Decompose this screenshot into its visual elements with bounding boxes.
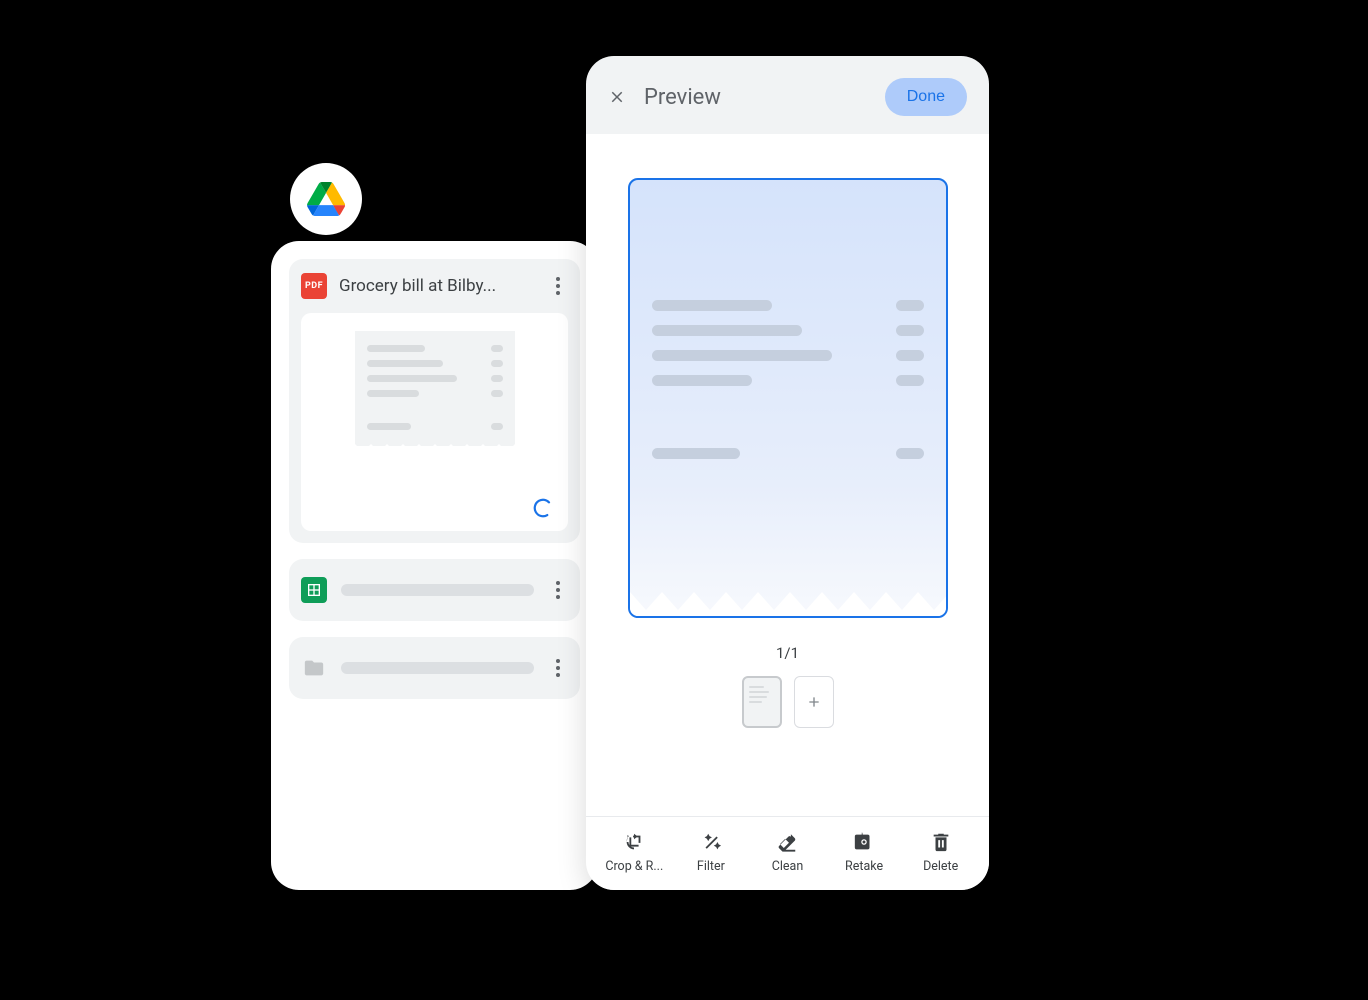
- file-title-placeholder: [341, 584, 534, 596]
- pdf-icon: PDF: [301, 273, 327, 299]
- sheets-icon: [301, 577, 327, 603]
- drive-file-list-card: PDF Grocery bill at Bilby...: [271, 241, 598, 890]
- file-item-pdf[interactable]: PDF Grocery bill at Bilby...: [289, 259, 580, 543]
- google-drive-logo: [290, 163, 362, 235]
- more-options-button[interactable]: [548, 581, 568, 599]
- loading-spinner-icon: [532, 497, 554, 519]
- delete-button[interactable]: Delete: [908, 831, 974, 874]
- file-item-sheets[interactable]: [289, 559, 580, 621]
- eraser-icon: [776, 831, 798, 853]
- page-thumbnail-1[interactable]: [742, 676, 782, 728]
- file-title-placeholder: [341, 662, 534, 674]
- done-button[interactable]: Done: [885, 78, 967, 116]
- preview-title: Preview: [644, 85, 867, 110]
- clean-button[interactable]: Clean: [754, 831, 820, 874]
- crop-rotate-button[interactable]: Crop & R...: [601, 831, 667, 874]
- crop-rotate-icon: [623, 831, 645, 853]
- more-options-button[interactable]: [548, 277, 568, 295]
- scanner-toolbar: Crop & R... Filter Clean Retake Delete: [586, 816, 989, 890]
- add-page-button[interactable]: [794, 676, 834, 728]
- magic-wand-icon: [700, 831, 722, 853]
- more-options-button[interactable]: [548, 659, 568, 677]
- file-preview-thumbnail: [301, 313, 568, 531]
- file-title: Grocery bill at Bilby...: [339, 276, 536, 296]
- trash-icon: [930, 831, 952, 853]
- page-counter: 1/1: [776, 644, 799, 662]
- folder-icon: [301, 655, 327, 681]
- camera-icon: [853, 831, 875, 853]
- filter-button[interactable]: Filter: [678, 831, 744, 874]
- close-icon[interactable]: [608, 88, 626, 106]
- scanned-page-preview[interactable]: [628, 178, 948, 618]
- scanner-preview-card: Preview Done 1/1: [586, 56, 989, 890]
- retake-button[interactable]: Retake: [831, 831, 897, 874]
- file-item-folder[interactable]: [289, 637, 580, 699]
